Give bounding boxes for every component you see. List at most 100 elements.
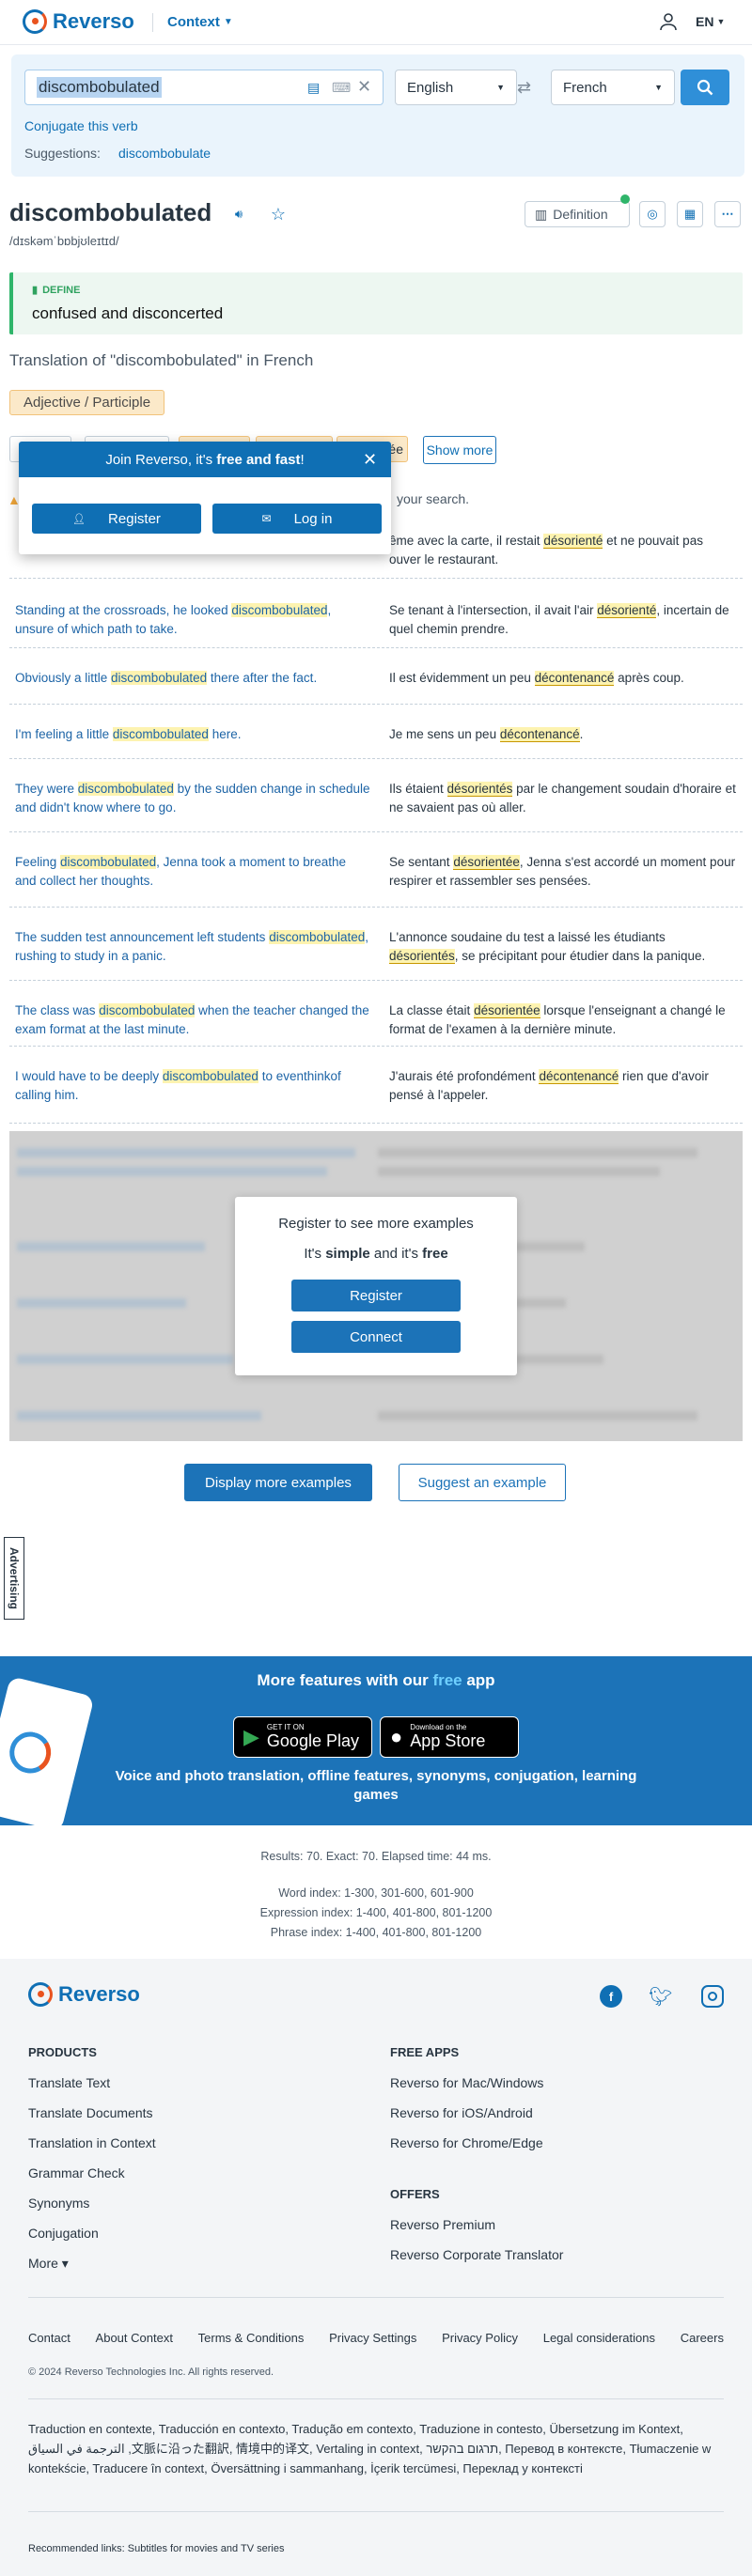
keyboard-icon[interactable]: ⌨ bbox=[332, 80, 351, 96]
offers-heading: OFFERS bbox=[390, 2187, 440, 2201]
definition-text: confused and disconcerted bbox=[32, 304, 224, 322]
more-options-icon[interactable]: ⋯ bbox=[714, 201, 741, 227]
display-more-button[interactable]: Display more examples bbox=[184, 1464, 372, 1501]
search-input[interactable]: discombobulated bbox=[37, 77, 162, 98]
footer-logo[interactable]: Reverso bbox=[28, 1982, 140, 2007]
clipboard-icon[interactable]: ▤ bbox=[307, 80, 320, 96]
highlighted-term: discombobulated bbox=[112, 727, 209, 741]
divider bbox=[28, 2297, 724, 2298]
conjugate-link[interactable]: Conjugate this verb bbox=[24, 118, 138, 133]
phone-illustration bbox=[0, 1676, 95, 1825]
example-source: Obviously a little discombobulated there… bbox=[15, 671, 318, 685]
apps-link[interactable]: Reverso for Chrome/Edge bbox=[390, 2135, 543, 2150]
new-badge bbox=[620, 194, 630, 204]
products-link[interactable]: Translate Text bbox=[28, 2075, 156, 2090]
phrase-index[interactable]: Phrase index: 1-400, 401-800, 801-1200 bbox=[0, 1926, 752, 1939]
google-text: Google Play bbox=[266, 1731, 359, 1750]
language-selector[interactable]: EN ▼ bbox=[696, 14, 725, 29]
expression-index[interactable]: Expression index: 1-400, 401-800, 801-12… bbox=[0, 1906, 752, 1919]
highlighted-term: discombobulated bbox=[111, 671, 208, 685]
table-icon[interactable]: ▦ bbox=[677, 201, 703, 227]
target-language-select[interactable]: French ▼ bbox=[551, 70, 675, 105]
twitter-icon[interactable]: 🐦︎ bbox=[649, 1985, 672, 2009]
apps-link[interactable]: Reverso for iOS/Android bbox=[390, 2105, 543, 2120]
highlighted-term: décontenancé bbox=[499, 727, 580, 742]
example-row: I would have to be deeply discombobulate… bbox=[9, 1058, 743, 1124]
apple-text: App Store bbox=[410, 1731, 486, 1750]
divider bbox=[152, 13, 153, 32]
chevron-down-icon: ▼ bbox=[496, 83, 505, 92]
clear-icon[interactable]: ✕ bbox=[357, 77, 371, 97]
conversation-icon[interactable]: ◎ bbox=[639, 201, 666, 227]
recommended-links[interactable]: Recommended links: Subtitles for movies … bbox=[28, 2543, 284, 2554]
star-icon[interactable]: ☆ bbox=[265, 201, 291, 227]
example-target: L'annonce soudaine du test a laissé les … bbox=[389, 930, 706, 964]
footer-links: Contact About Context Terms & Conditions Pr… bbox=[28, 2331, 724, 2345]
products-link[interactable]: Grammar Check bbox=[28, 2165, 156, 2180]
app-promo-banner: More features with our free app ▶ GET IT… bbox=[0, 1656, 752, 1825]
swap-languages-icon[interactable]: ⇄ bbox=[517, 78, 531, 98]
footer-link[interactable]: Terms & Conditions bbox=[198, 2331, 305, 2345]
app-store-button[interactable]: ● Download on the App Store bbox=[380, 1716, 519, 1758]
facebook-icon[interactable]: f bbox=[600, 1985, 622, 2008]
offers-link[interactable]: Reverso Corporate Translator bbox=[390, 2247, 563, 2262]
search-button[interactable] bbox=[681, 70, 729, 105]
register-button[interactable]: 👤︎ Register bbox=[32, 504, 201, 534]
products-link[interactable]: Synonyms bbox=[28, 2196, 156, 2211]
definition-button[interactable]: ▥ Definition bbox=[525, 201, 630, 227]
audio-icon[interactable]: 🔊︎ bbox=[226, 201, 252, 227]
reverso-logo-icon bbox=[23, 9, 47, 34]
highlighted-term: discombobulated bbox=[99, 1003, 196, 1017]
offers-link[interactable]: Reverso Premium bbox=[390, 2217, 563, 2232]
login-label: Log in bbox=[293, 510, 333, 527]
suggest-example-button[interactable]: Suggest an example bbox=[399, 1464, 566, 1501]
example-target: La classe était désorientée lorsque l'en… bbox=[389, 1003, 726, 1036]
register-modal-title: Register to see more examples bbox=[278, 1216, 474, 1232]
example-row: They were discombobulated by the sudden … bbox=[9, 770, 743, 832]
login-button[interactable]: ✉ Log in bbox=[212, 504, 382, 534]
context-label: Context bbox=[167, 14, 220, 30]
example-source: The sudden test announcement left studen… bbox=[15, 930, 369, 963]
source-language-select[interactable]: English ▼ bbox=[395, 70, 517, 105]
modal-register-button[interactable]: Register bbox=[291, 1280, 461, 1311]
book-icon: ▥ bbox=[535, 206, 548, 222]
popup-title-end: ! bbox=[300, 451, 305, 468]
part-of-speech-tag: Adjective / Participle bbox=[9, 390, 165, 415]
user-icon[interactable] bbox=[660, 12, 677, 34]
source-language-value: English bbox=[407, 79, 454, 96]
products-link[interactable]: Translate Documents bbox=[28, 2105, 156, 2120]
divider bbox=[28, 2398, 724, 2399]
footer-link[interactable]: Careers bbox=[681, 2331, 724, 2345]
footer-link[interactable]: Privacy Policy bbox=[442, 2331, 518, 2345]
user-icon: 👤︎ bbox=[72, 513, 86, 525]
word-index[interactable]: Word index: 1-300, 301-600, 601-900 bbox=[0, 1886, 752, 1900]
language-versions[interactable]: Traduction en contexte, Traducción en co… bbox=[28, 2419, 724, 2478]
search-box: discombobulated ▤ ⌨ ✕ bbox=[24, 70, 384, 105]
reverso-logo[interactable]: Reverso bbox=[23, 9, 134, 34]
footer-link[interactable]: About Context bbox=[96, 2331, 173, 2345]
close-icon[interactable]: ✕ bbox=[363, 450, 377, 470]
suggestion-link[interactable]: discombobulate bbox=[118, 146, 211, 161]
footer-link[interactable]: Contact bbox=[28, 2331, 70, 2345]
modal-connect-button[interactable]: Connect bbox=[291, 1321, 461, 1353]
instagram-icon[interactable] bbox=[701, 1985, 724, 2008]
products-link[interactable]: Conjugation bbox=[28, 2226, 156, 2241]
show-more-button[interactable]: Show more bbox=[423, 436, 496, 464]
products-link[interactable]: More ▾ bbox=[28, 2256, 156, 2272]
results-stats: Results: 70. Exact: 70. Elapsed time: 44… bbox=[260, 1850, 492, 1863]
products-link[interactable]: Translation in Context bbox=[28, 2135, 156, 2150]
example-row: Obviously a little discombobulated there… bbox=[9, 660, 743, 705]
apps-heading: FREE APPS bbox=[390, 2045, 460, 2059]
apps-link[interactable]: Reverso for Mac/Windows bbox=[390, 2075, 543, 2090]
footer-link[interactable]: Privacy Settings bbox=[329, 2331, 416, 2345]
search-icon bbox=[697, 79, 713, 96]
register-label: Register bbox=[108, 510, 161, 527]
footer-link[interactable]: Legal considerations bbox=[543, 2331, 655, 2345]
popup-title: Join Reverso, it's bbox=[105, 451, 213, 468]
example-row: The sudden test announcement left studen… bbox=[9, 919, 743, 981]
offers-list: Reverso Premium Reverso Corporate Transla… bbox=[390, 2217, 563, 2277]
google-play-button[interactable]: ▶ GET IT ON Google Play bbox=[233, 1716, 372, 1758]
advertising-label-box: Advertising bbox=[4, 1537, 24, 1620]
context-menu[interactable]: Context ▼ bbox=[167, 14, 233, 30]
highlighted-term: discombobulated bbox=[162, 1069, 258, 1083]
